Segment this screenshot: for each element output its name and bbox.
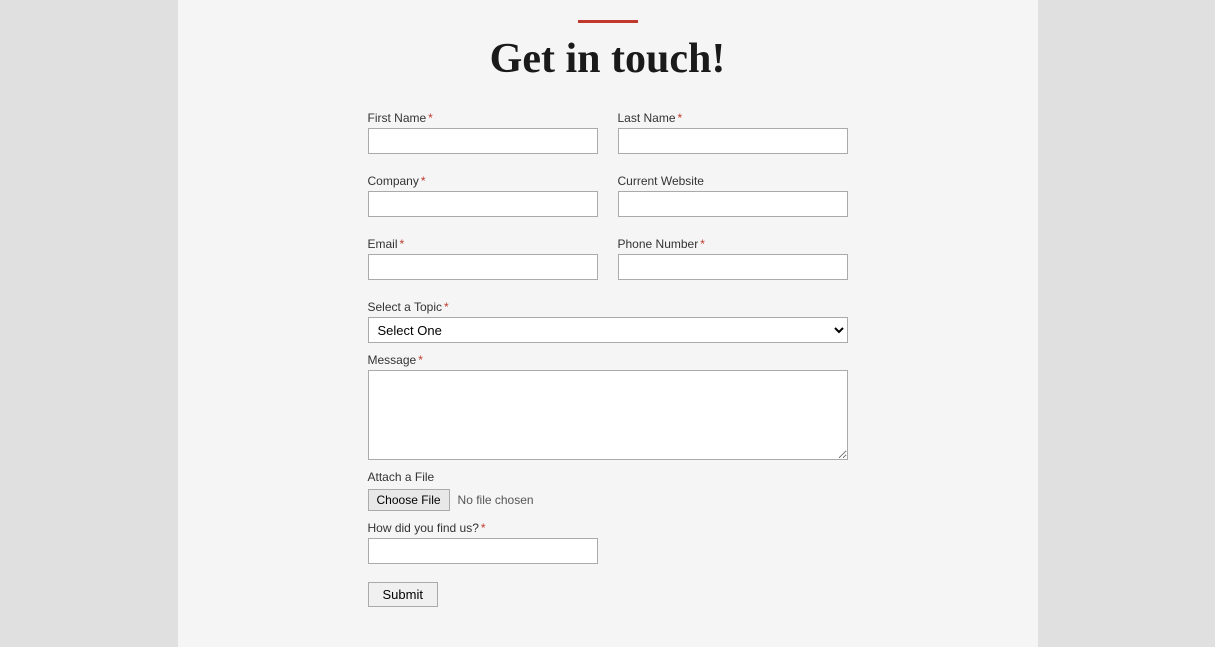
email-input[interactable] <box>368 254 598 280</box>
attach-file-section: Attach a File Choose File No file chosen <box>368 470 848 511</box>
page-title: Get in touch! <box>490 35 726 83</box>
attach-file-label: Attach a File <box>368 470 848 484</box>
company-website-row: Company* Current Website <box>368 174 848 227</box>
page-wrapper: Get in touch! First Name* Last Name* Com… <box>178 0 1038 647</box>
decorative-line <box>578 20 638 23</box>
current-website-input[interactable] <box>618 191 848 217</box>
file-input-row: Choose File No file chosen <box>368 489 848 511</box>
last-name-label: Last Name* <box>618 111 848 125</box>
how-find-us-group: How did you find us?* <box>368 521 848 564</box>
email-phone-row: Email* Phone Number* <box>368 237 848 290</box>
first-name-group: First Name* <box>368 111 598 154</box>
message-required: * <box>418 353 423 367</box>
company-input[interactable] <box>368 191 598 217</box>
email-label: Email* <box>368 237 598 251</box>
first-name-label: First Name* <box>368 111 598 125</box>
topic-select[interactable]: Select One General Inquiry Support Sales… <box>368 317 848 343</box>
message-group: Message* <box>368 353 848 460</box>
choose-file-button[interactable]: Choose File <box>368 489 450 511</box>
message-label: Message* <box>368 353 848 367</box>
topic-label: Select a Topic* <box>368 300 848 314</box>
topic-required: * <box>444 300 449 314</box>
submit-button[interactable]: Submit <box>368 582 438 607</box>
company-label: Company* <box>368 174 598 188</box>
phone-number-label: Phone Number* <box>618 237 848 251</box>
email-group: Email* <box>368 237 598 280</box>
last-name-group: Last Name* <box>618 111 848 154</box>
first-name-input[interactable] <box>368 128 598 154</box>
email-required: * <box>400 237 405 251</box>
last-name-input[interactable] <box>618 128 848 154</box>
how-find-us-input[interactable] <box>368 538 598 564</box>
phone-required: * <box>700 237 705 251</box>
last-name-required: * <box>678 111 683 125</box>
current-website-group: Current Website <box>618 174 848 217</box>
phone-number-group: Phone Number* <box>618 237 848 280</box>
no-file-chosen-text: No file chosen <box>458 493 534 507</box>
name-row: First Name* Last Name* <box>368 111 848 164</box>
how-find-us-required: * <box>481 521 486 535</box>
current-website-label: Current Website <box>618 174 848 188</box>
how-find-us-label: How did you find us?* <box>368 521 848 535</box>
contact-form: First Name* Last Name* Company* <box>368 111 848 607</box>
first-name-required: * <box>428 111 433 125</box>
message-textarea[interactable] <box>368 370 848 460</box>
phone-number-input[interactable] <box>618 254 848 280</box>
topic-group: Select a Topic* Select One General Inqui… <box>368 300 848 343</box>
company-required: * <box>421 174 426 188</box>
company-group: Company* <box>368 174 598 217</box>
